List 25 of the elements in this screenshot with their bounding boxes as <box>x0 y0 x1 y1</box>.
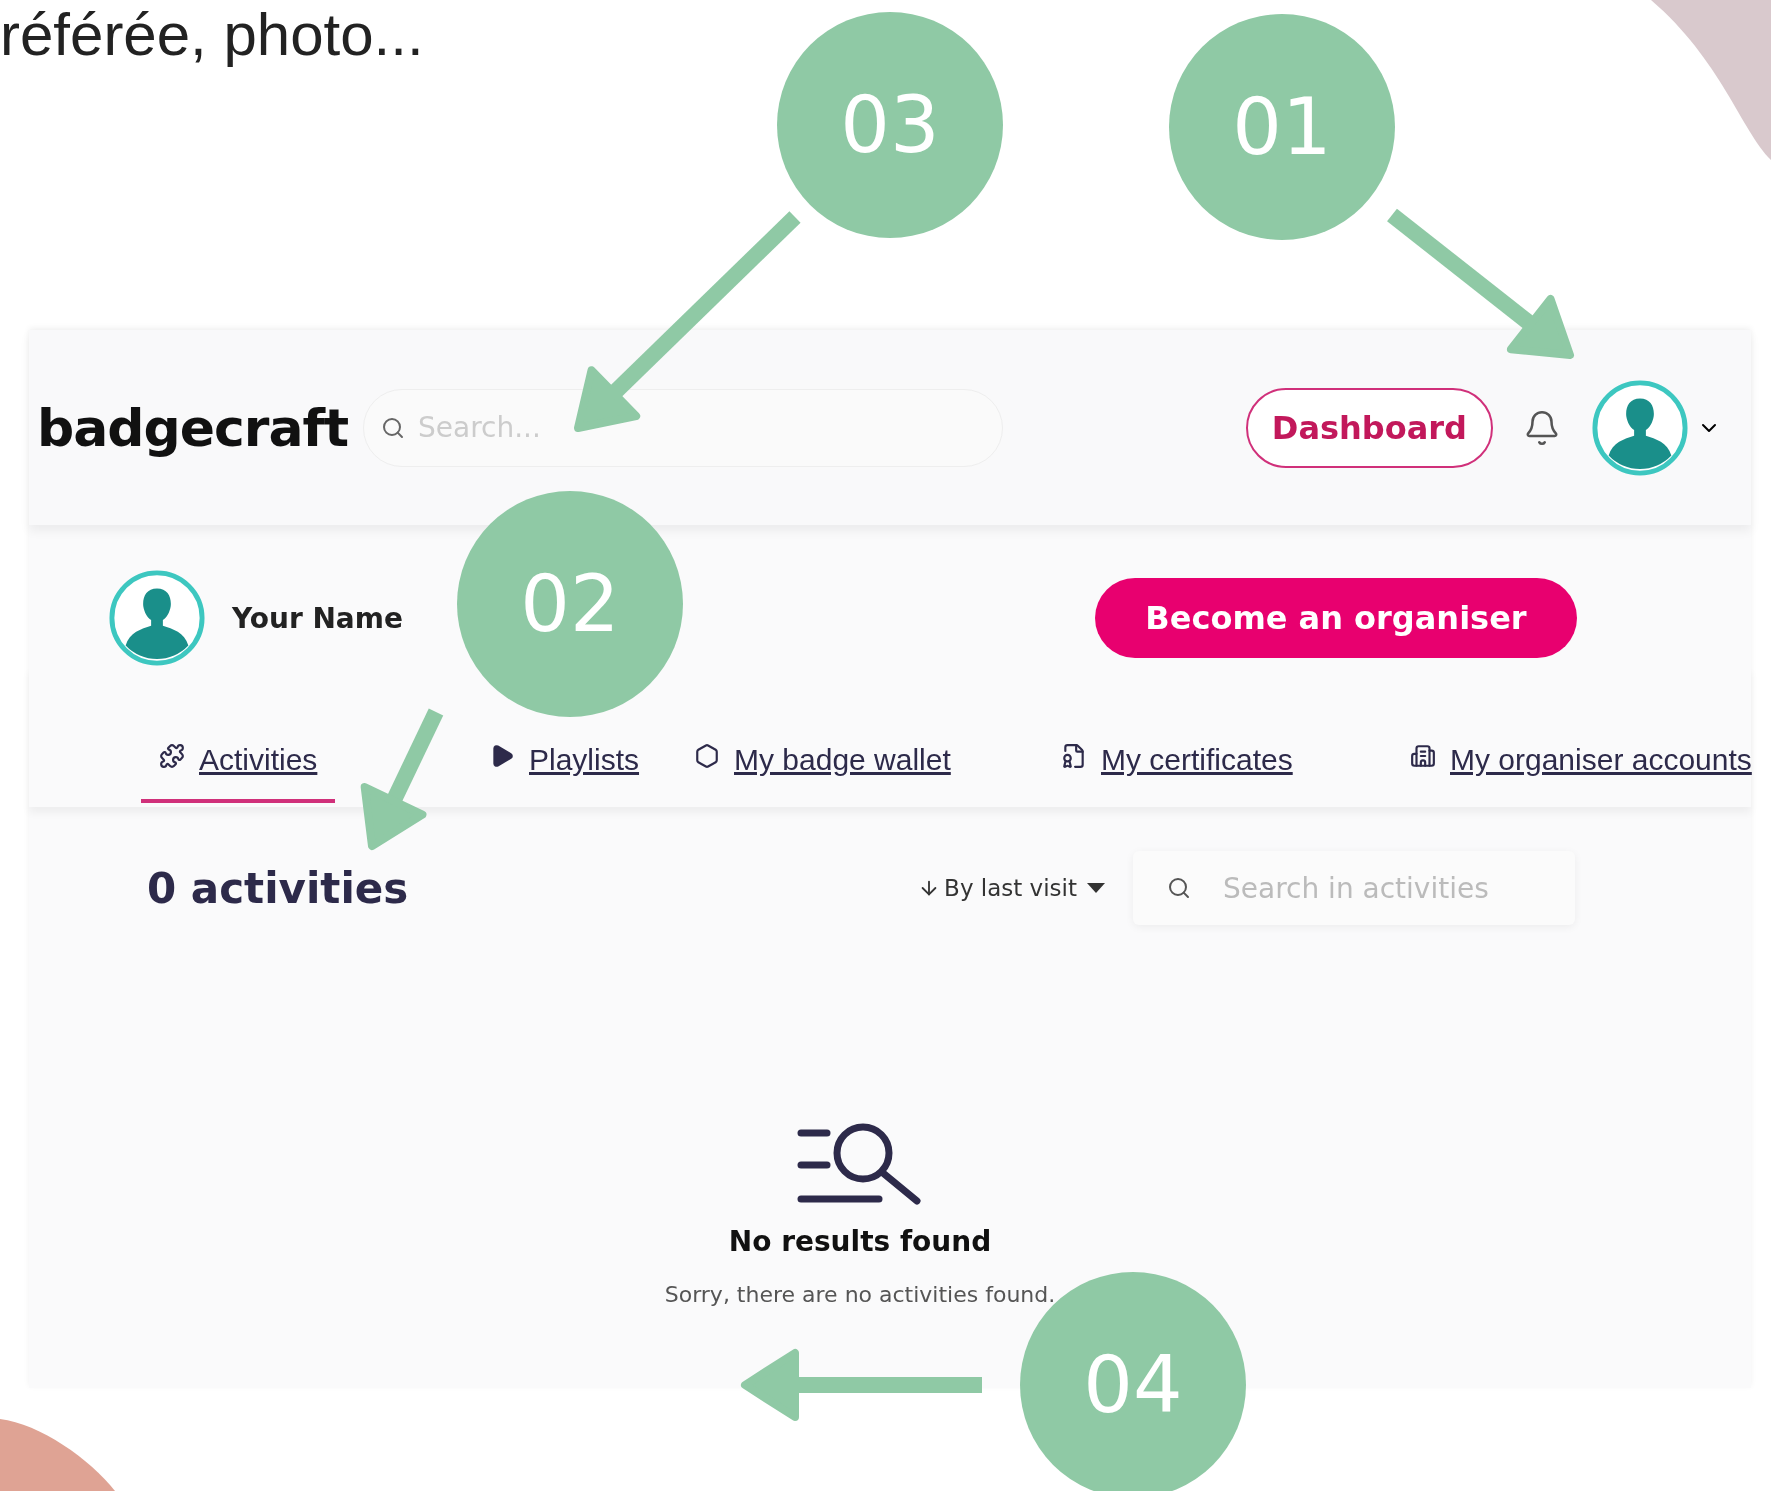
avatar-icon <box>108 569 206 667</box>
tab[interactable]: Activities <box>141 741 336 803</box>
tab[interactable]: My certificates <box>1043 741 1311 803</box>
building-icon <box>1410 743 1436 769</box>
activities-search-field[interactable]: Search in activities <box>1133 851 1575 925</box>
step-marker: 01 <box>1169 14 1395 240</box>
empty-title: No results found <box>728 1225 992 1258</box>
user-name: Your Name <box>232 601 403 635</box>
step-marker: 03 <box>777 12 1003 238</box>
puzzle-icon <box>159 743 185 769</box>
certificate-icon <box>1061 743 1087 769</box>
dashboard-button[interactable]: Dashboard <box>1245 387 1493 468</box>
logo[interactable]: badgecraft <box>37 397 363 458</box>
tab[interactable]: My badge wallet <box>676 741 969 803</box>
tab[interactable]: My organiser accounts <box>1392 741 1770 803</box>
search-icon <box>1167 876 1191 900</box>
hexagon-icon <box>694 743 720 769</box>
caption-text: référée, photo... <box>0 0 424 70</box>
search-icon <box>381 415 405 440</box>
avatar-icon <box>1591 378 1689 477</box>
empty-message: Sorry, there are no activities found. <box>664 1282 1056 1307</box>
activities-count: 0 activities <box>147 863 409 913</box>
sort-dropdown[interactable]: By last visit <box>912 874 1111 902</box>
tab[interactable]: Playlists <box>471 741 658 803</box>
become-organiser-button[interactable]: Become an organiser <box>1095 578 1577 658</box>
